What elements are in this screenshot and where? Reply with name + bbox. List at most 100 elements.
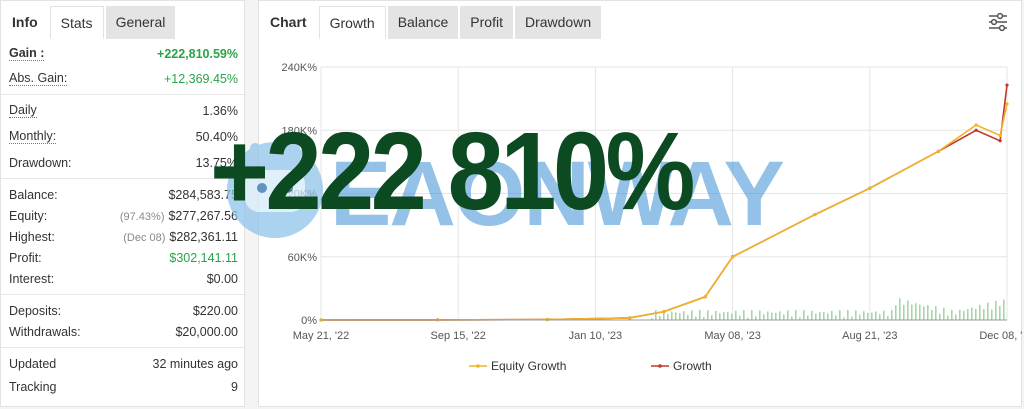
stat-deposits-label: Deposits:	[9, 303, 62, 318]
volume-bar	[871, 312, 873, 320]
volume-bar	[951, 309, 953, 320]
volume-bar	[759, 310, 761, 320]
divider	[1, 294, 246, 295]
stat-abs-gain-label[interactable]: Abs. Gain:	[9, 71, 68, 86]
growth-point	[974, 128, 978, 132]
stat-monthly-label[interactable]: Monthly:	[9, 129, 57, 144]
volume-bar	[967, 309, 969, 320]
volume-bar	[667, 314, 669, 320]
stat-gain-label[interactable]: Gain :	[9, 46, 45, 61]
volume-bar	[687, 314, 689, 320]
tab-general[interactable]: General	[105, 6, 176, 39]
stat-balance-label: Balance:	[9, 187, 58, 202]
stat-deposits-value: $220.00	[192, 303, 238, 318]
volume-bar	[755, 316, 757, 320]
volume-bar	[743, 310, 745, 320]
volume-bar	[767, 311, 769, 320]
volume-bar	[927, 305, 929, 320]
volume-bar	[879, 314, 881, 320]
volume-bar	[735, 310, 737, 320]
volume-bar	[711, 315, 713, 320]
equity-point	[731, 255, 735, 259]
x-tick-label: Jan 10, '23	[569, 330, 622, 342]
volume-bar	[907, 300, 909, 320]
legend-growth-label[interactable]: Growth	[673, 359, 712, 373]
stat-highest-note: (Dec 08)	[123, 231, 166, 244]
x-tick-label: May 21, '22	[293, 330, 350, 342]
chart-legend: Equity Growth Growth	[469, 359, 712, 373]
equity-point	[813, 212, 817, 217]
volume-bar	[955, 314, 957, 320]
growth-point	[1005, 83, 1009, 87]
volume-bar	[827, 313, 829, 320]
gain-overlay-text: +222 810%	[210, 110, 695, 233]
volume-bar	[815, 313, 817, 320]
stat-profit-value: $302,141.11	[169, 250, 238, 265]
x-tick-label: May 08, '23	[704, 330, 761, 342]
volume-bar	[959, 309, 961, 320]
volume-bar	[863, 311, 865, 320]
volume-bar	[659, 315, 661, 320]
stat-equity-note: (97.43%)	[119, 210, 165, 223]
volume-bar	[883, 310, 885, 320]
y-tick-label: 60K%	[288, 252, 318, 264]
volume-bar	[807, 315, 809, 320]
equity-point	[868, 186, 872, 190]
volume-bar	[983, 309, 985, 320]
tab-stats[interactable]: Stats	[49, 6, 104, 39]
tab-chart[interactable]: Chart	[260, 6, 317, 39]
volume-bar	[895, 305, 897, 320]
equity-point	[703, 295, 707, 299]
volume-bar	[811, 310, 813, 320]
volume-bar	[1003, 299, 1005, 320]
volume-bar	[931, 310, 933, 320]
equity-point	[936, 149, 941, 153]
volume-bar	[839, 310, 841, 320]
volume-bar	[911, 304, 913, 320]
volume-bar	[763, 314, 765, 320]
volume-bar	[999, 305, 1001, 320]
volume-bar	[859, 314, 861, 320]
volume-bar	[715, 310, 717, 320]
volume-bar	[867, 312, 869, 320]
x-tick-label: Aug 21, '23	[842, 330, 897, 342]
volume-bar	[995, 300, 997, 320]
volume-bar	[819, 311, 821, 320]
tab-balance[interactable]: Balance	[387, 6, 459, 39]
chart-settings-icon[interactable]	[987, 11, 1009, 33]
legend-equity-label[interactable]: Equity Growth	[491, 359, 566, 373]
stat-deposits: Deposits: $220.00	[1, 300, 246, 321]
chart-tab-bar: Chart Growth Balance Profit Drawdown	[259, 1, 1021, 39]
stat-interest-value: $0.00	[206, 271, 238, 286]
legend-growth-marker	[658, 364, 662, 368]
divider	[1, 347, 246, 348]
volume-bar	[923, 306, 925, 320]
volume-bar	[679, 313, 681, 320]
volume-bar	[891, 310, 893, 320]
volume-bar	[875, 311, 877, 320]
volume-bar	[847, 310, 849, 320]
volume-bar	[915, 303, 917, 320]
tab-growth[interactable]: Growth	[318, 6, 386, 39]
volume-bar	[655, 310, 657, 320]
tab-profit[interactable]: Profit	[460, 6, 513, 39]
stat-daily-label[interactable]: Daily	[9, 103, 37, 118]
volume-bar	[731, 313, 733, 320]
volume-bar	[771, 312, 773, 320]
volume-bar	[947, 315, 949, 320]
volume-bar	[791, 316, 793, 320]
volume-bar	[723, 312, 725, 320]
stat-abs-gain: Abs. Gain: +12,369.45%	[1, 68, 246, 89]
tab-drawdown[interactable]: Drawdown	[514, 6, 602, 39]
volume-bar	[939, 313, 941, 320]
volume-bar	[803, 310, 805, 320]
stat-drawdown-label: Drawdown:	[9, 155, 72, 170]
volume-bar	[831, 310, 833, 320]
stat-abs-gain-value: +12,369.45%	[163, 71, 238, 86]
tab-info[interactable]: Info	[2, 6, 48, 39]
volume-bar	[943, 307, 945, 320]
volume-bar	[823, 312, 825, 320]
y-tick-label: 0%	[301, 315, 317, 327]
stat-updated: Updated 32 minutes ago	[1, 353, 246, 374]
volume-bar	[719, 313, 721, 320]
